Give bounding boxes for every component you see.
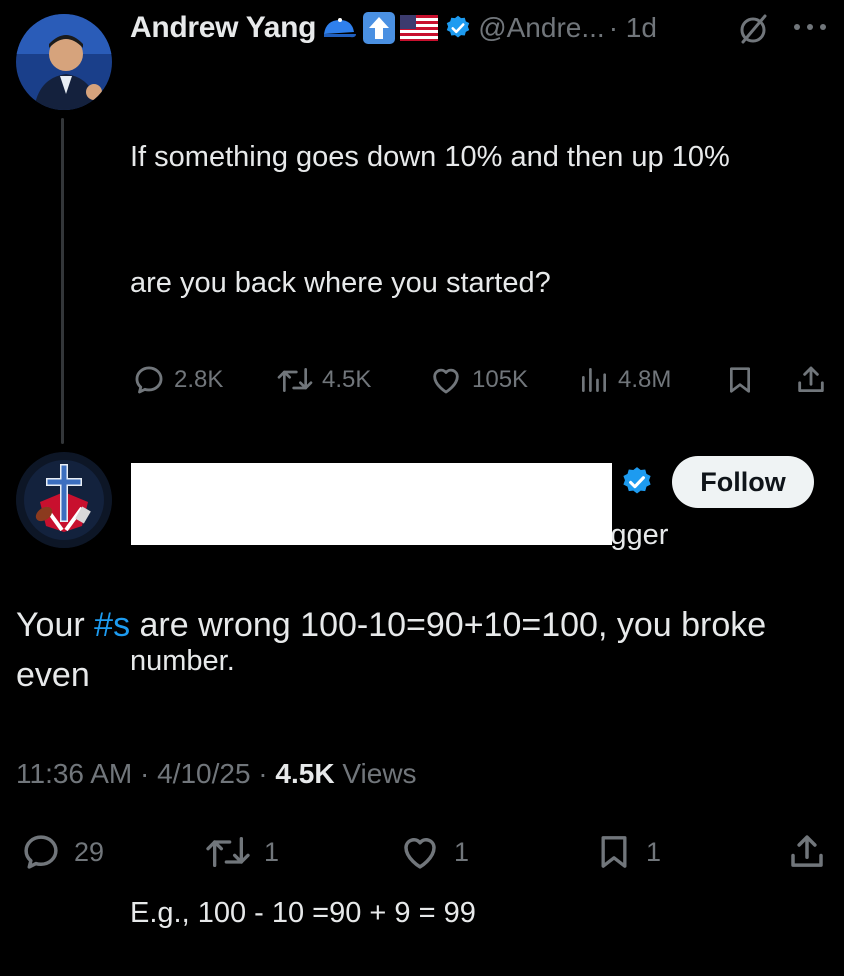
views-button[interactable]: 4.8M <box>578 360 671 400</box>
reply-author-avatar[interactable] <box>16 452 112 548</box>
reply-count: 2.8K <box>174 366 224 393</box>
hashtag-link[interactable]: #s <box>94 606 130 644</box>
tweet-header: Andrew Yang @Andre... · 1d <box>130 8 657 48</box>
like-icon <box>433 368 459 394</box>
reply-text-start: Your <box>16 606 95 644</box>
like-count: 105K <box>472 366 529 393</box>
tweet-line: If something goes down 10% and then up 1… <box>130 141 730 173</box>
reply-button[interactable]: 2.8K <box>132 360 223 400</box>
reply-count: 29 <box>74 836 105 867</box>
reply-icon <box>24 835 58 869</box>
views-count: 4.8M <box>618 366 672 393</box>
reply-icon <box>135 366 163 394</box>
verified-badge-icon <box>444 14 472 42</box>
author-handle[interactable]: @Andre... <box>478 12 604 44</box>
views-count: 4.5K <box>275 758 335 789</box>
bookmark-button[interactable]: 1 <box>594 830 661 874</box>
cap-emoji-icon <box>320 16 358 40</box>
tweet-line: E.g., 100 - 10 =90 + 9 = 99 <box>130 897 476 929</box>
bookmark-count: 1 <box>646 836 662 867</box>
bookmark-icon <box>730 367 750 393</box>
like-button[interactable]: 105K <box>428 360 528 400</box>
author-avatar[interactable] <box>16 14 112 110</box>
thread-line <box>61 118 64 444</box>
reply-button[interactable]: 29 <box>20 830 104 874</box>
bookmark-icon <box>601 836 627 868</box>
like-count: 1 <box>454 836 470 867</box>
repost-count: 1 <box>264 836 280 867</box>
follow-button[interactable]: Follow <box>672 456 814 508</box>
more-icon[interactable] <box>792 22 828 32</box>
up-arrow-emoji-icon <box>362 11 396 45</box>
like-icon <box>404 838 436 869</box>
repost-icon <box>277 368 313 392</box>
repost-icon <box>206 837 250 867</box>
repost-count: 4.5K <box>322 366 372 393</box>
views-label: Views <box>334 758 417 789</box>
share-icon <box>798 366 824 393</box>
reply-meta: 11:36 AM · 4/10/25 · 4.5K Views <box>16 758 417 790</box>
mute-icon[interactable] <box>736 12 770 46</box>
reply-text: Your #s are wrong 100-10=90+10=100, you … <box>16 600 836 700</box>
repost-button[interactable]: 1 <box>204 830 279 874</box>
share-button[interactable] <box>786 830 840 874</box>
timestamp[interactable]: 11:36 AM · 4/10/25 · <box>16 758 275 789</box>
bookmark-button[interactable] <box>724 360 764 400</box>
author-name[interactable]: Andrew Yang <box>130 11 317 45</box>
tweet-line: are you back where you started? <box>130 267 551 299</box>
share-button[interactable] <box>794 360 836 400</box>
views-icon <box>582 368 606 392</box>
redacted-name <box>131 463 612 545</box>
share-icon <box>791 835 823 867</box>
us-flag-emoji-icon <box>400 15 439 41</box>
repost-button[interactable]: 4.5K <box>276 360 371 400</box>
verified-badge-icon <box>620 465 654 499</box>
tweet-time[interactable]: · 1d <box>609 12 657 44</box>
like-button[interactable]: 1 <box>398 830 469 874</box>
